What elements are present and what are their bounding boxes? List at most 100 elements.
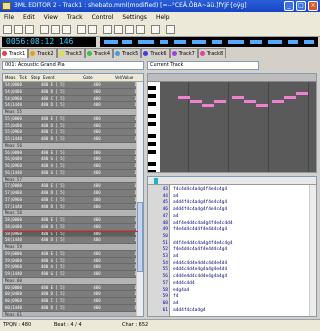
code-line[interactable]: e4d4c4d4 (173, 281, 195, 286)
stop-icon[interactable] (125, 25, 134, 34)
measure-row[interactable]: Meas 55 (3, 109, 143, 116)
code-line[interactable]: a4d4f4c4a4g4f4e4c4g4 (173, 200, 227, 205)
code-line[interactable]: a4d4f4c4a4g4f4e4c4g4 (173, 207, 227, 212)
event-row[interactable]: 59|0960480 A [ 5]48012 (3, 264, 143, 271)
tab-track5[interactable]: Track5 (113, 48, 142, 58)
event-row[interactable]: 60|0480480 D [ 5]48012 (3, 291, 143, 298)
note[interactable] (232, 96, 244, 99)
event-row[interactable]: 58|1440480 D [ 5]48012 (3, 237, 143, 244)
note[interactable] (214, 100, 226, 103)
code-line[interactable]: f4e4d4c4a4f4e4d4c4g4 (173, 247, 227, 252)
measure-row[interactable]: Meas 59 (3, 244, 143, 251)
measure-row[interactable]: Meas 60 (3, 277, 143, 285)
mml-text-editor[interactable]: 43 f4c4d4c4a4g4f4e4c4g4 44 a4 45 a4d4f4c4a4g4… (147, 176, 317, 317)
maximize-button[interactable]: □ (296, 1, 306, 11)
event-row[interactable]: 55|0000480 E [ 5]48012 (3, 115, 143, 123)
tab-track7[interactable]: Track7 (169, 48, 198, 58)
note[interactable] (202, 104, 214, 107)
code-line[interactable]: a4d4f4c4a4g4 (173, 308, 206, 313)
event-row[interactable]: 54|0000480 E [ 5]48012 (3, 82, 143, 89)
measure-row[interactable]: Meas 57 (3, 176, 143, 184)
code-line[interactable]: a4 (173, 214, 178, 219)
event-row[interactable]: 58|0480480 D [ 5]48012 (3, 223, 143, 231)
menu-view[interactable]: View (44, 14, 58, 21)
note[interactable] (256, 104, 268, 107)
tab-track6[interactable]: Track6 (141, 48, 170, 58)
menu-file[interactable]: File (4, 14, 14, 21)
cut-icon[interactable] (40, 25, 49, 34)
tab-track1[interactable]: Track1 (0, 48, 29, 58)
current-track-select[interactable]: Current Track (147, 61, 259, 70)
event-row[interactable]: 54|0960480 C [ 5]48012 (3, 95, 143, 103)
measure-row[interactable]: Meas 58 (3, 210, 143, 217)
play-icon[interactable] (114, 25, 123, 34)
undo-icon[interactable] (77, 25, 86, 34)
event-row[interactable]: 56|0480480 G [ 5]48012 (3, 156, 143, 163)
editor-scrollbar[interactable] (309, 185, 316, 316)
code-line[interactable]: a4 (173, 254, 178, 259)
event-row[interactable]: 55|0480480 D [ 5]48012 (3, 122, 143, 130)
scroll-thumb[interactable] (137, 202, 143, 272)
event-row[interactable]: 60|0960480 C [ 5]48012 (3, 298, 143, 305)
tab-track3[interactable]: Track3 (56, 48, 85, 58)
event-row[interactable]: 55|0960480 C [ 5]48012 (3, 129, 143, 136)
event-row[interactable]: 59|1440480 G [ 5]48012 (3, 271, 143, 278)
code-line[interactable]: c4d4e4d4c4d4e4g4a4g4 (173, 274, 227, 279)
code-line[interactable]: d4f4e4d4c4a4g4f4e4c4g4 (173, 241, 233, 246)
menu-help[interactable]: Help (156, 14, 170, 21)
menu-settings[interactable]: Settings (122, 14, 147, 21)
minimize-button[interactable]: _ (284, 1, 294, 11)
note[interactable] (178, 96, 190, 99)
note[interactable] (190, 100, 202, 103)
event-row[interactable]: 56|0960480 A [ 5]48012 (3, 163, 143, 170)
event-row[interactable]: 56|0000480 E [ 5]48012 (3, 149, 143, 157)
menu-control[interactable]: Control (92, 14, 114, 21)
new-file-icon[interactable] (3, 25, 12, 34)
event-row[interactable]: 60|0000480 E [ 5]48012 (3, 284, 143, 292)
redo-icon[interactable] (88, 25, 97, 34)
code-line[interactable]: f4c4d4c4a4g4f4e4c4g4 (173, 187, 227, 192)
event-row[interactable]: 57|0960480 C [ 5]48012 (3, 196, 143, 204)
copy-icon[interactable] (51, 25, 60, 34)
tab-track2[interactable]: Track2 (28, 48, 57, 58)
event-row[interactable]: 55|1440480 D [ 5]48012 (3, 136, 143, 143)
code-line[interactable]: f4 (173, 294, 178, 299)
open-file-icon[interactable] (14, 25, 23, 34)
code-line[interactable]: e4d4c4d4e4g4a4g4e4d4 (173, 267, 227, 272)
code-line[interactable]: a4 (173, 301, 178, 306)
menu-edit[interactable]: Edit (23, 14, 35, 21)
measure-row[interactable]: Meas 56 (3, 142, 143, 150)
save-icon[interactable] (25, 25, 34, 34)
instrument-select[interactable]: 001: Acoustic Grand Pia (2, 61, 144, 70)
event-row[interactable]: 57|0000480 E [ 5]48012 (3, 183, 143, 190)
event-row[interactable]: 57|0480480 D [ 5]48012 (3, 190, 143, 197)
rewind-icon[interactable] (103, 25, 112, 34)
event-row[interactable]: 60|1440480 D [ 5]48012 (3, 304, 143, 312)
tab-track4[interactable]: Track4 (84, 48, 114, 58)
menu-track[interactable]: Track (67, 14, 83, 21)
code-line[interactable]: e4g4a4 (173, 288, 189, 293)
record-icon[interactable] (151, 25, 160, 34)
note[interactable] (284, 96, 296, 99)
note[interactable] (296, 92, 308, 95)
event-row[interactable]: 58|0000480 E [ 5]48012 (3, 217, 143, 224)
event-list-scrollbar[interactable] (136, 82, 143, 316)
close-button[interactable]: × (308, 1, 318, 11)
note[interactable] (244, 100, 256, 103)
code-line[interactable]: a4 (173, 194, 178, 199)
event-row[interactable]: 59|0000480 E [ 5]48012 (3, 250, 143, 258)
fast-forward-icon[interactable] (136, 25, 145, 34)
tab-track8[interactable]: Track8 (197, 48, 227, 58)
piano-roll[interactable] (147, 73, 317, 173)
event-row[interactable]: 57|1440480 D [ 5]48012 (3, 203, 143, 211)
note[interactable] (272, 100, 284, 103)
code-line[interactable]: f4e4d4c4d4f4e4d4c4g4 (173, 227, 227, 232)
event-row[interactable]: 56|1440480 G [ 5]48012 (3, 169, 143, 177)
event-row[interactable]: 54|1440480 D [ 5]48012 (3, 102, 143, 109)
measure-row[interactable]: Meas 61 (3, 311, 143, 316)
event-row[interactable]: 59|0480480 G [ 5]48012 (3, 257, 143, 265)
settings-icon[interactable] (166, 25, 175, 34)
event-row[interactable]: 54|0480480 D [ 5]48012 (3, 88, 143, 96)
paste-icon[interactable] (62, 25, 71, 34)
code-line[interactable]: e4d4c4d4e4d4c4d4e4d4 (173, 261, 227, 266)
